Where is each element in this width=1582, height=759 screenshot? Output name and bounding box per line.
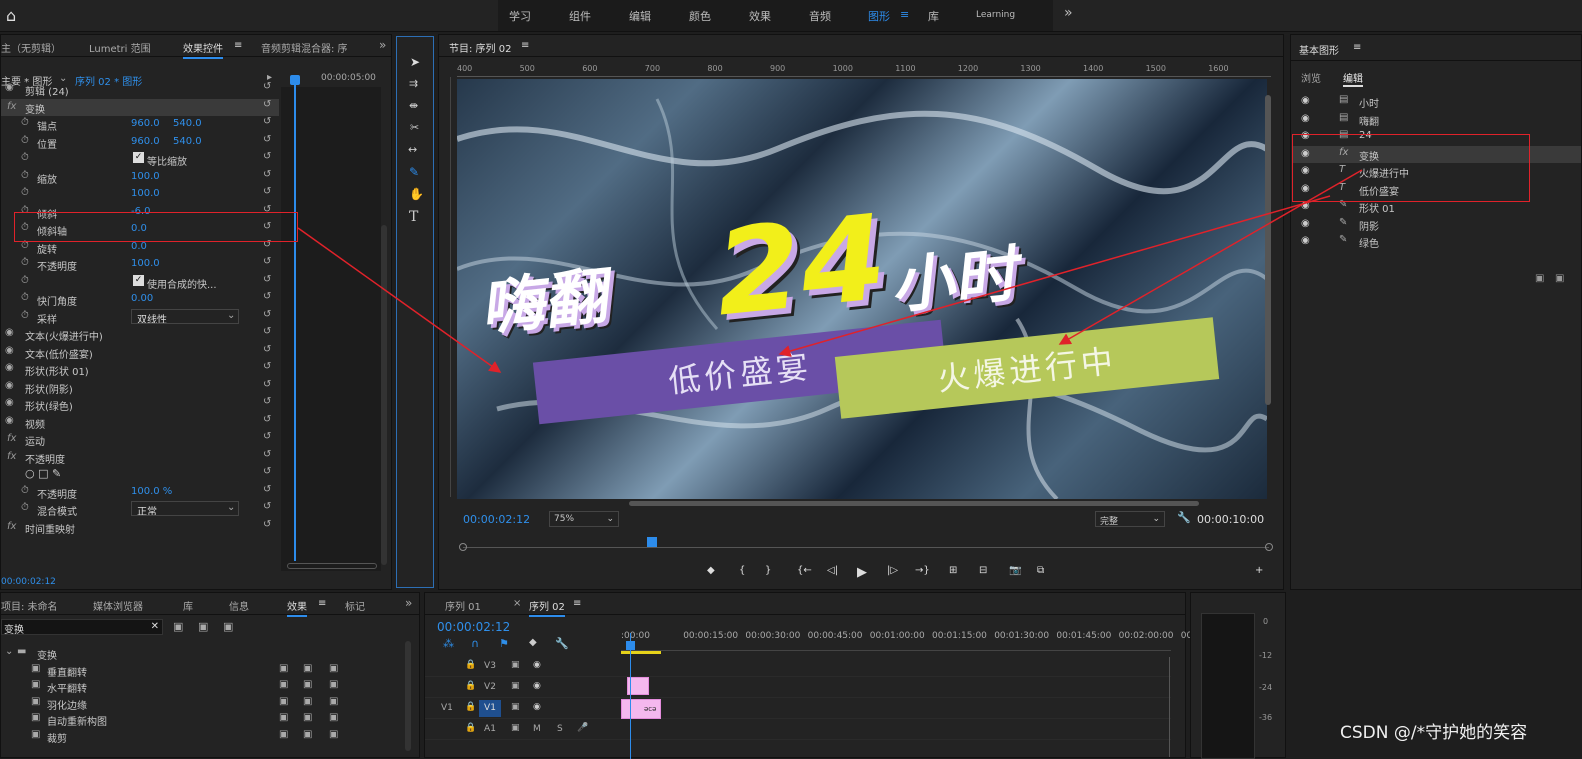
watermark: CSDN @/*守护她的笑容	[1340, 723, 1528, 743]
annotation-arrows	[297, 169, 1363, 373]
